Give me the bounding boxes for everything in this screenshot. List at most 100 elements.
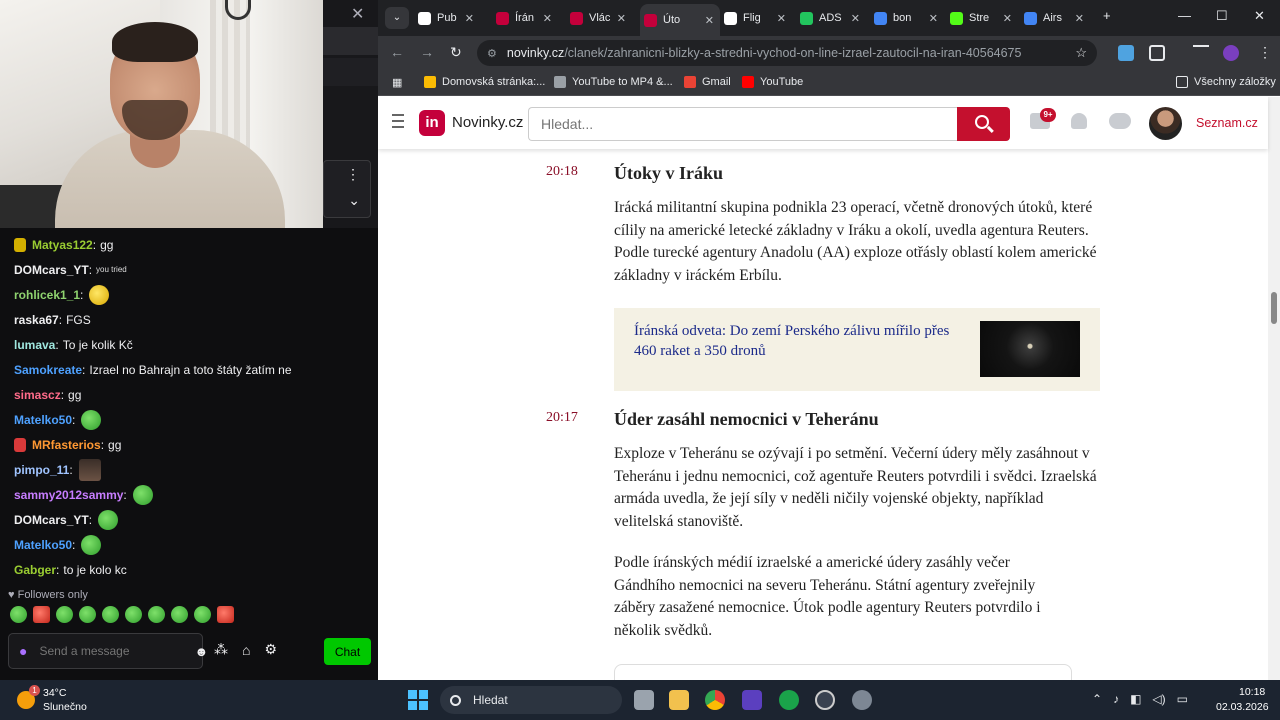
site-search-button[interactable] [957, 107, 1010, 141]
task-view-icon[interactable] [634, 690, 654, 710]
seznam-link[interactable]: Seznam.cz [1196, 116, 1258, 130]
close-tab-icon[interactable]: ✕ [851, 12, 866, 25]
chrome-icon[interactable] [705, 690, 725, 710]
back-icon[interactable]: ← [390, 44, 404, 60]
close-tab-icon[interactable]: ✕ [1075, 12, 1090, 25]
taskbar-search[interactable]: Hledat [440, 686, 622, 714]
close-tab-icon[interactable]: ✕ [617, 12, 632, 25]
chat-username[interactable]: sammy2012sammy [14, 485, 123, 505]
chevron-up-icon[interactable]: ⌃ [1092, 692, 1102, 706]
emote-button[interactable] [125, 606, 142, 623]
close-tab-icon[interactable]: ✕ [465, 12, 480, 25]
close-tab-icon[interactable]: ✕ [543, 12, 558, 25]
bookmark-item[interactable]: YouTube to MP4 &... [554, 76, 673, 88]
chat-username[interactable]: simascz [14, 385, 61, 405]
close-tab-icon[interactable]: ✕ [929, 12, 944, 25]
browser-tab[interactable]: Stre ✕ [946, 6, 1018, 30]
new-tab-button[interactable]: + [1103, 8, 1111, 23]
chat-bubble-icon[interactable] [1109, 113, 1131, 129]
microphone-icon[interactable]: ● [19, 643, 27, 659]
battery-icon[interactable]: ▭ [1177, 692, 1188, 706]
extension-icon[interactable] [1118, 45, 1134, 61]
chat-username[interactable]: lumava [14, 335, 55, 355]
weather-description[interactable]: Slunečno [43, 701, 87, 713]
chat-input-box[interactable]: ● ☻ [8, 633, 208, 669]
emote-button[interactable] [102, 606, 119, 623]
profile-avatar[interactable] [1223, 45, 1239, 61]
chat-username[interactable]: MRfasterios [32, 435, 101, 455]
reading-list-icon[interactable] [1193, 45, 1209, 61]
close-window-button[interactable]: ✕ [1254, 8, 1265, 24]
apps-grid-icon[interactable]: ▦ [392, 76, 402, 89]
store-icon[interactable]: ⌂ [242, 642, 250, 658]
microphone-icon[interactable]: ♪ [1113, 692, 1119, 706]
minimize-button[interactable]: — [1178, 8, 1191, 23]
emote-button[interactable] [33, 606, 50, 623]
emote-button[interactable] [79, 606, 96, 623]
emote-button[interactable] [194, 606, 211, 623]
site-name[interactable]: Novinky.cz [452, 114, 523, 131]
settings-icon[interactable]: ⚙ [264, 641, 277, 658]
hamburger-menu-icon[interactable] [392, 114, 404, 128]
browser-tab[interactable]: Írán ✕ [492, 6, 558, 30]
chat-username[interactable]: Matyas122 [32, 235, 93, 255]
app-icon[interactable] [742, 690, 762, 710]
chat-username[interactable]: DOMcars_YT [14, 260, 89, 280]
network-icon[interactable]: ◧ [1130, 692, 1141, 706]
reload-icon[interactable]: ↻ [450, 44, 462, 61]
start-button[interactable] [408, 690, 428, 710]
clock-date[interactable]: 02.03.2026 [1216, 701, 1269, 713]
bookmark-item[interactable]: YouTube [742, 76, 803, 88]
close-tab-icon[interactable]: ✕ [1003, 12, 1018, 25]
page-scrollbar[interactable] [1268, 97, 1280, 680]
chevron-down-icon[interactable]: ⌄ [324, 187, 370, 213]
chat-username[interactable]: Matelko50 [14, 410, 72, 430]
chat-username[interactable]: raska67 [14, 310, 59, 330]
bits-icon[interactable]: ⁂ [214, 641, 228, 658]
browser-tab[interactable]: Airs ✕ [1020, 6, 1090, 30]
browser-tab[interactable]: Pub ✕ [414, 6, 480, 30]
close-tab-icon[interactable]: ✕ [777, 12, 792, 25]
forward-icon[interactable]: → [420, 44, 434, 60]
emoji-icon[interactable]: ☻ [194, 644, 208, 659]
emote-button[interactable] [217, 606, 234, 623]
close-icon[interactable]: ✕ [351, 4, 364, 24]
bookmark-star-icon[interactable]: ☆ [1075, 45, 1087, 61]
extensions-puzzle-icon[interactable] [1149, 45, 1165, 61]
browser-tab[interactable]: ADS ✕ [796, 6, 866, 30]
browser-tab[interactable]: Vlác ✕ [566, 6, 632, 30]
chat-username[interactable]: rohlicek1_1 [14, 285, 80, 305]
browser-tab[interactable]: bon ✕ [870, 6, 944, 30]
file-explorer-icon[interactable] [669, 690, 689, 710]
emote-button[interactable] [148, 606, 165, 623]
emote-button[interactable] [10, 606, 27, 623]
related-article-box[interactable]: Íránská odveta: Do zemí Perského zálivu … [614, 308, 1100, 391]
steam-icon[interactable] [815, 690, 835, 710]
menu-kebab-icon[interactable]: ⋮ [1258, 44, 1272, 61]
chat-username[interactable]: Matelko50 [14, 535, 72, 555]
scrollbar-thumb[interactable] [1271, 292, 1277, 324]
bookmark-item[interactable]: Domovská stránka:... [424, 76, 545, 88]
chat-username[interactable]: Gabger [14, 560, 56, 580]
settings-icon[interactable] [852, 690, 872, 710]
chat-username[interactable]: DOMcars_YT [14, 510, 89, 530]
close-tab-icon[interactable]: ✕ [705, 14, 720, 27]
browser-tab[interactable]: Flig ✕ [720, 6, 792, 30]
related-article-thumbnail[interactable] [980, 321, 1080, 377]
emote-button[interactable] [171, 606, 188, 623]
novinky-logo[interactable]: in [419, 110, 445, 136]
emote-button[interactable] [56, 606, 73, 623]
xbox-icon[interactable] [779, 690, 799, 710]
tab-search-button[interactable]: ⌄ [385, 7, 409, 29]
related-article-link[interactable]: Íránská odveta: Do zemí Perského zálivu … [634, 322, 964, 361]
all-bookmarks-folder[interactable]: Všechny záložky [1176, 76, 1276, 88]
address-bar[interactable]: ⚙ novinky.cz /clanek/zahranicni-blizky-a… [477, 40, 1097, 66]
chat-username[interactable]: pimpo_11 [14, 460, 69, 480]
site-search-input[interactable] [528, 107, 957, 141]
user-avatar[interactable] [1149, 107, 1182, 140]
embedded-post-card[interactable] [614, 664, 1072, 680]
more-options-icon[interactable]: ⋮ [324, 161, 370, 187]
browser-tab[interactable]: Úto ✕ [640, 4, 720, 36]
site-info-icon[interactable]: ⚙ [487, 47, 497, 60]
weather-temperature[interactable]: 34°C [43, 687, 66, 699]
